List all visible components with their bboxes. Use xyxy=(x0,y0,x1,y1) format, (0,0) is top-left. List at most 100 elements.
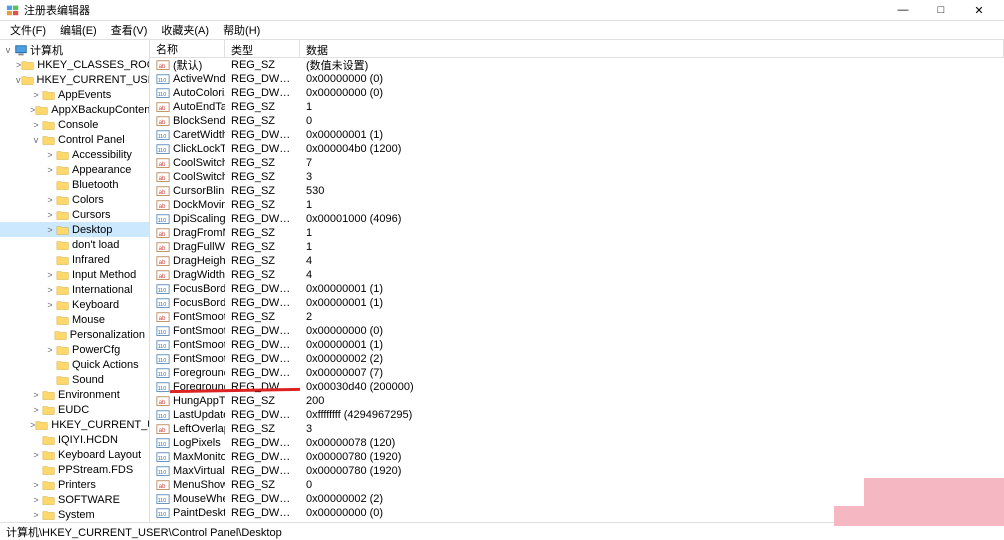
folder-icon xyxy=(42,389,56,401)
value-row[interactable]: abBlockSendInpu...REG_SZ0 xyxy=(150,114,1004,128)
value-row[interactable]: abCoolSwitchRo...REG_SZ3 xyxy=(150,170,1004,184)
col-type[interactable]: 类型 xyxy=(225,40,300,57)
value-row[interactable]: 110LastUpdatedREG_DWORD0xffffffff (42949… xyxy=(150,408,1004,422)
tree-node[interactable]: >HKEY_CURRENT_USER xyxy=(0,417,149,432)
menu-item[interactable]: 帮助(H) xyxy=(217,22,266,38)
tree-node[interactable]: v计算机 xyxy=(0,42,149,57)
tree-node[interactable]: >Appearance xyxy=(0,162,149,177)
menu-item[interactable]: 收藏夹(A) xyxy=(155,22,215,38)
value-row[interactable]: abDockMovingREG_SZ1 xyxy=(150,198,1004,212)
expand-icon[interactable]: > xyxy=(30,495,42,505)
expand-icon[interactable]: > xyxy=(30,390,42,400)
tree-node[interactable]: >Cursors xyxy=(0,207,149,222)
value-row[interactable]: 110FocusBorderH...REG_DWORD0x00000001 (1… xyxy=(150,282,1004,296)
tree-node[interactable]: >PowerCfg xyxy=(0,342,149,357)
tree-node[interactable]: vControl Panel xyxy=(0,132,149,147)
value-row[interactable]: abLeftOverlapCh...REG_SZ3 xyxy=(150,422,1004,436)
value-row[interactable]: 110FontSmoothin...REG_DWORD0x00000000 (0… xyxy=(150,324,1004,338)
tree-node[interactable]: >Input Method xyxy=(0,267,149,282)
expand-icon[interactable]: > xyxy=(30,120,42,130)
tree-node[interactable]: >AppEvents xyxy=(0,87,149,102)
maximize-button[interactable]: □ xyxy=(922,0,960,20)
value-row[interactable]: 110AutoColorizati...REG_DWORD0x00000000 … xyxy=(150,86,1004,100)
tree-node[interactable]: >Accessibility xyxy=(0,147,149,162)
tree-node[interactable]: Sound xyxy=(0,372,149,387)
value-row[interactable]: 110ActiveWndTra...REG_DWORD0x00000000 (0… xyxy=(150,72,1004,86)
expand-icon[interactable]: > xyxy=(30,450,42,460)
expand-icon[interactable]: > xyxy=(44,285,56,295)
value-row[interactable]: abAutoEndTasksREG_SZ1 xyxy=(150,100,1004,114)
tree-node[interactable]: IQIYI.HCDN xyxy=(0,432,149,447)
expand-icon[interactable]: > xyxy=(44,345,56,355)
expand-icon[interactable]: > xyxy=(44,225,56,235)
tree-node[interactable]: >Desktop xyxy=(0,222,149,237)
tree-node[interactable]: >Colors xyxy=(0,192,149,207)
expand-icon[interactable]: v xyxy=(30,135,42,145)
expand-icon[interactable]: > xyxy=(44,150,56,160)
value-row[interactable]: 110ForegroundLo...REG_DWORD0x00030d40 (2… xyxy=(150,380,1004,394)
col-data[interactable]: 数据 xyxy=(300,40,1004,57)
tree-node[interactable]: >International xyxy=(0,282,149,297)
value-row[interactable]: 110FontSmoothin...REG_DWORD0x00000001 (1… xyxy=(150,338,1004,352)
minimize-button[interactable]: — xyxy=(884,0,922,20)
expand-icon[interactable]: v xyxy=(2,45,14,55)
menu-item[interactable]: 编辑(E) xyxy=(54,22,103,38)
tree-node[interactable]: >AppXBackupContentTy xyxy=(0,102,149,117)
value-row[interactable]: 110CaretWidthREG_DWORD0x00000001 (1) xyxy=(150,128,1004,142)
expand-icon[interactable]: > xyxy=(44,300,56,310)
menu-item[interactable]: 文件(F) xyxy=(4,22,52,38)
close-button[interactable]: ✕ xyxy=(960,0,998,20)
value-row[interactable]: 110LogPixelsREG_DWORD0x00000078 (120) xyxy=(150,436,1004,450)
tree-node[interactable]: Mouse xyxy=(0,312,149,327)
value-row[interactable]: abDragWidthREG_SZ4 xyxy=(150,268,1004,282)
expand-icon[interactable]: > xyxy=(30,480,42,490)
expand-icon[interactable]: > xyxy=(30,90,42,100)
expand-icon[interactable]: > xyxy=(30,405,42,415)
expand-icon[interactable]: > xyxy=(44,195,56,205)
value-row[interactable]: 110ForegroundFla...REG_DWORD0x00000007 (… xyxy=(150,366,1004,380)
tree-node[interactable]: >Printers xyxy=(0,477,149,492)
expand-icon[interactable]: > xyxy=(30,510,42,520)
tree-node[interactable]: >Keyboard Layout xyxy=(0,447,149,462)
value-row[interactable]: 110ClickLockTimeREG_DWORD0x000004b0 (120… xyxy=(150,142,1004,156)
tree-node[interactable]: Infrared xyxy=(0,252,149,267)
tree-node[interactable]: >HKEY_CLASSES_ROOT xyxy=(0,57,149,72)
tree-node[interactable]: Quick Actions xyxy=(0,357,149,372)
value-row[interactable]: 110DpiScalingVerREG_DWORD0x00001000 (409… xyxy=(150,212,1004,226)
tree-node[interactable]: don't load xyxy=(0,237,149,252)
value-type: REG_DWORD xyxy=(225,381,300,393)
value-row[interactable]: abDragFullWindo...REG_SZ1 xyxy=(150,240,1004,254)
expand-icon[interactable]: > xyxy=(44,270,56,280)
tree-pane[interactable]: v计算机>HKEY_CLASSES_ROOTvHKEY_CURRENT_USER… xyxy=(0,40,150,522)
tree-node[interactable]: >SOFTWARE xyxy=(0,492,149,507)
tree-node[interactable]: Personalization xyxy=(0,327,149,342)
menu-item[interactable]: 查看(V) xyxy=(105,22,154,38)
tree-node[interactable]: >Environment xyxy=(0,387,149,402)
value-row[interactable]: abHungAppTime...REG_SZ200 xyxy=(150,394,1004,408)
value-name: LastUpdated xyxy=(173,409,225,421)
value-row[interactable]: 110FontSmoothin...REG_DWORD0x00000002 (2… xyxy=(150,352,1004,366)
tree-node[interactable]: >System xyxy=(0,507,149,522)
tree-node[interactable]: Bluetooth xyxy=(0,177,149,192)
value-row[interactable]: abCursorBlinkRateREG_SZ530 xyxy=(150,184,1004,198)
value-row[interactable]: ab(默认)REG_SZ(数值未设置) xyxy=(150,58,1004,72)
col-name[interactable]: 名称 xyxy=(150,40,225,57)
tree-node[interactable]: >Keyboard xyxy=(0,297,149,312)
tree-node[interactable]: >EUDC xyxy=(0,402,149,417)
value-row[interactable]: abCoolSwitchCol...REG_SZ7 xyxy=(150,156,1004,170)
tree-node[interactable]: PPStream.FDS xyxy=(0,462,149,477)
value-row[interactable]: abDragFromMaxi...REG_SZ1 xyxy=(150,226,1004,240)
value-row[interactable]: 110FocusBorderW...REG_DWORD0x00000001 (1… xyxy=(150,296,1004,310)
expand-icon[interactable]: > xyxy=(44,210,56,220)
values-pane[interactable]: 名称 类型 数据 ab(默认)REG_SZ(数值未设置)110ActiveWnd… xyxy=(150,40,1004,522)
value-type: REG_DWORD xyxy=(225,87,300,99)
tree-node[interactable]: >Console xyxy=(0,117,149,132)
string-icon: ab xyxy=(156,479,170,491)
value-row[interactable]: 110MaxVirtualDes...REG_DWORD0x00000780 (… xyxy=(150,464,1004,478)
value-row[interactable]: 110MaxMonitorDi...REG_DWORD0x00000780 (1… xyxy=(150,450,1004,464)
value-row[interactable]: abDragHeightREG_SZ4 xyxy=(150,254,1004,268)
string-icon: ab xyxy=(156,311,170,323)
tree-node[interactable]: vHKEY_CURRENT_USER xyxy=(0,72,149,87)
expand-icon[interactable]: > xyxy=(44,165,56,175)
value-row[interactable]: abFontSmoothingREG_SZ2 xyxy=(150,310,1004,324)
